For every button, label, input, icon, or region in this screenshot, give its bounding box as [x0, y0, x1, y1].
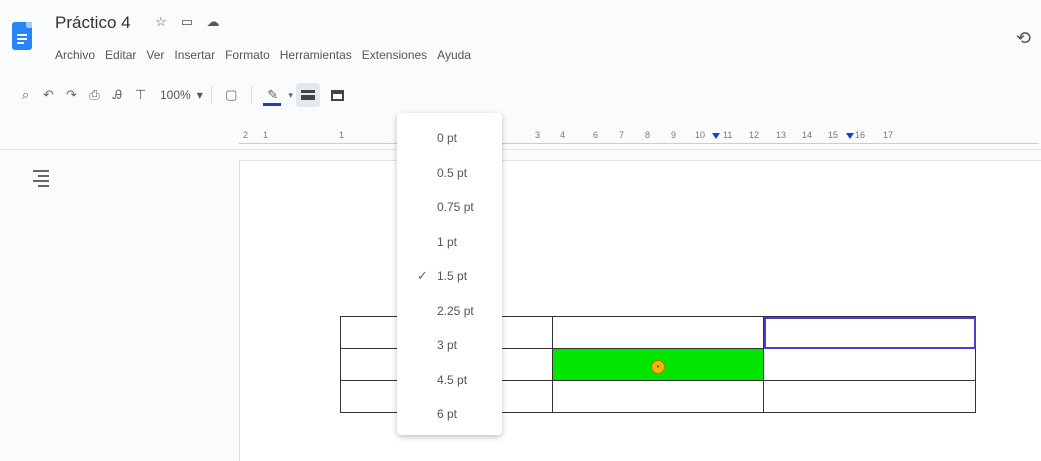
- menu-herramientas[interactable]: Herramientas: [280, 48, 352, 62]
- star-icon[interactable]: ☆: [153, 14, 169, 30]
- toolbar-divider-line: [0, 149, 1041, 150]
- border-width-option[interactable]: 4.5 pt: [397, 363, 502, 398]
- option-label: 6 pt: [437, 407, 458, 421]
- left-indent-marker[interactable]: [712, 133, 720, 139]
- document-title[interactable]: Práctico 4: [55, 13, 131, 33]
- border-width-option[interactable]: 6 pt: [397, 397, 502, 432]
- border-dash-icon: [331, 89, 345, 101]
- border-color-button[interactable]: ✎: [260, 87, 286, 106]
- menu-archivo[interactable]: Archivo: [55, 48, 95, 62]
- toolbar: ⌕ ↶ ↷ ⎙ Ꭿ ⊤ 100% ▾ ▢ ✎ ▾: [14, 78, 1034, 112]
- comment-icon[interactable]: ▢: [220, 87, 243, 103]
- option-label: 1 pt: [437, 234, 458, 249]
- table-cell-highlighted[interactable]: •: [552, 348, 764, 381]
- docs-logo-icon[interactable]: [12, 22, 32, 50]
- ruler-number: 17: [883, 130, 894, 140]
- pen-icon: ✎: [267, 87, 279, 102]
- toolbar-divider: [250, 86, 252, 104]
- undo-icon[interactable]: ↶: [37, 87, 60, 103]
- ruler-number: 9: [671, 130, 677, 140]
- border-width-option[interactable]: 0.75 pt: [397, 190, 502, 225]
- option-label: 0.5 pt: [437, 165, 468, 180]
- cloud-icon[interactable]: ☁: [205, 14, 221, 30]
- menu-formato[interactable]: Formato: [225, 48, 270, 62]
- checkmark-icon: ✓: [417, 268, 428, 283]
- border-color-swatch: [262, 103, 281, 106]
- redo-icon[interactable]: ↷: [60, 87, 83, 103]
- option-label: 0 pt: [437, 131, 458, 145]
- menu-ver[interactable]: Ver: [146, 48, 164, 62]
- menu-ayuda[interactable]: Ayuda: [437, 48, 471, 62]
- table-cell[interactable]: [763, 348, 976, 381]
- border-width-option[interactable]: 0.5 pt: [397, 156, 502, 191]
- toolbar-divider: [210, 86, 212, 104]
- folder-icon[interactable]: ▭: [179, 14, 195, 30]
- version-history-icon[interactable]: ⟲: [1016, 28, 1031, 49]
- ruler-number: 4: [560, 130, 566, 140]
- ruler-number: 15: [828, 130, 839, 140]
- border-width-option-selected[interactable]: ✓ 1.5 pt: [397, 259, 502, 294]
- ruler-number: 1: [263, 130, 269, 140]
- option-label: 4.5 pt: [437, 372, 468, 387]
- ruler-number: 16: [855, 130, 866, 140]
- border-dash-button[interactable]: [326, 89, 350, 101]
- border-width-option[interactable]: 2.25 pt: [397, 294, 502, 329]
- google-docs-window: Práctico 4 ☆ ▭ ☁ Archivo Editar Ver Inse…: [0, 0, 1041, 461]
- border-width-option[interactable]: 3 pt: [397, 328, 502, 363]
- menu-extensiones[interactable]: Extensiones: [362, 48, 427, 62]
- ruler-number: 10: [695, 130, 706, 140]
- option-label: 1.5 pt: [437, 269, 468, 283]
- option-label: 2.25 pt: [437, 303, 474, 318]
- ruler-number: 6: [593, 130, 599, 140]
- zoom-select[interactable]: 100% ▾: [160, 88, 203, 102]
- ruler-number: 2: [243, 130, 249, 140]
- option-label: 3 pt: [437, 338, 458, 352]
- ruler-number: 12: [749, 130, 760, 140]
- chevron-down-icon[interactable]: ▾: [286, 90, 296, 101]
- document-outline-icon[interactable]: [33, 170, 49, 190]
- ruler-number: 13: [776, 130, 787, 140]
- border-width-icon: [300, 90, 315, 100]
- ruler-number: 7: [619, 130, 625, 140]
- ruler-number: 11: [723, 130, 733, 140]
- right-indent-marker[interactable]: [846, 133, 854, 139]
- option-label: 0.75 pt: [437, 200, 474, 214]
- border-width-button[interactable]: [295, 83, 320, 107]
- menu-insertar[interactable]: Insertar: [174, 48, 215, 62]
- print-icon[interactable]: ⎙: [83, 87, 106, 103]
- table-cell-selected[interactable]: [763, 316, 976, 349]
- title-actions: ☆ ▭ ☁: [153, 14, 221, 30]
- search-icon[interactable]: ⌕: [14, 87, 37, 103]
- document-page[interactable]: [239, 160, 1041, 461]
- ruler-number: 8: [645, 130, 651, 140]
- paint-format-icon[interactable]: ⊤: [129, 87, 152, 103]
- border-width-menu: 0 pt 0.5 pt 0.75 pt 1 pt ✓ 1.5 pt 2.25 p…: [397, 113, 502, 435]
- menu-editar[interactable]: Editar: [105, 48, 136, 62]
- emoji-icon: •: [651, 359, 665, 374]
- ruler-number: 3: [535, 130, 541, 140]
- table-cell[interactable]: [763, 380, 976, 413]
- menu-bar: Archivo Editar Ver Insertar Formato Herr…: [55, 48, 481, 62]
- zoom-value: 100%: [160, 88, 191, 102]
- border-width-option[interactable]: 0 pt: [397, 121, 502, 156]
- table-cell[interactable]: [552, 380, 764, 413]
- table-cell[interactable]: [552, 316, 764, 349]
- ruler-number: 14: [802, 130, 813, 140]
- spellcheck-icon[interactable]: Ꭿ: [106, 87, 129, 103]
- chevron-down-icon: ▾: [196, 88, 203, 102]
- border-width-option[interactable]: 1 pt: [397, 225, 502, 260]
- horizontal-ruler[interactable]: 2 1 1 1 3 4 6 7 8 9 10 11 12 13 14 15 16…: [239, 130, 1039, 144]
- ruler-number: 1: [339, 130, 345, 140]
